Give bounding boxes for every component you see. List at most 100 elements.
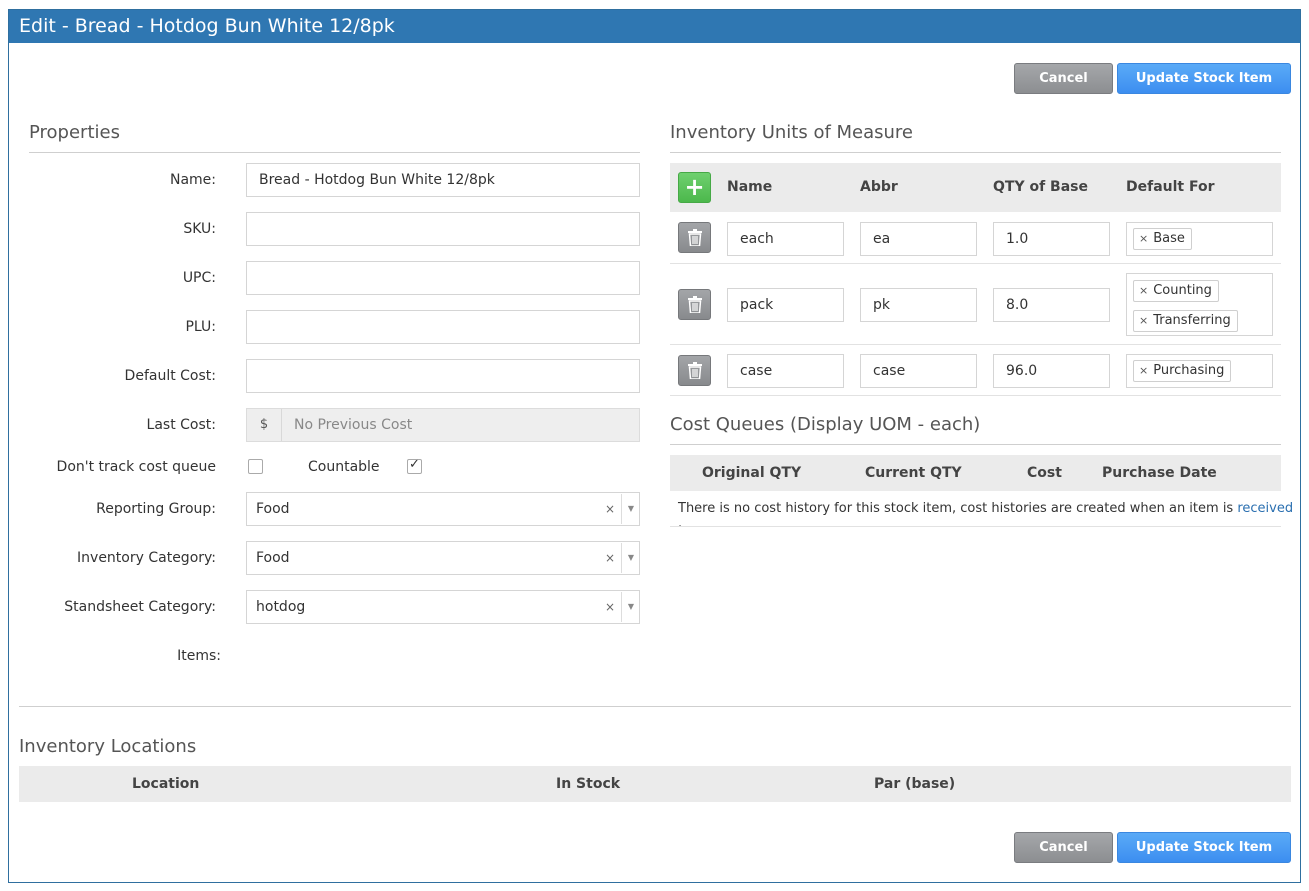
row-divider [670,395,1281,396]
remove-tag-icon[interactable]: × [1139,232,1148,245]
trash-icon [688,296,702,313]
inventory-locations-heading: Inventory Locations [19,736,197,757]
cost-col-cost: Cost [1027,465,1062,481]
uom-qty-input[interactable]: 1.0 [993,222,1110,256]
delete-uom-button[interactable] [678,355,711,386]
row-divider [670,344,1281,345]
locations-col-in-stock: In Stock [556,776,621,792]
plu-input[interactable] [246,310,640,344]
standsheet-category-label: Standsheet Category: [64,599,216,615]
uom-col-qty: QTY of Base [993,179,1088,195]
countable-checkbox[interactable]: ✓ [407,457,422,474]
cancel-button-bottom[interactable]: Cancel [1014,832,1113,863]
last-cost-value: No Previous Cost [294,417,413,433]
cost-col-original-qty: Original QTY [702,465,802,481]
default-for-tag: × Transferring [1133,310,1238,332]
clear-icon[interactable]: × [605,591,615,623]
uom-heading: Inventory Units of Measure [670,122,914,143]
uom-name-input[interactable]: case [727,354,844,388]
uom-divider [670,152,1281,153]
cost-queues-heading: Cost Queues (Display UOM - each) [670,414,981,435]
name-input[interactable]: Bread - Hotdog Bun White 12/8pk [246,163,640,197]
currency-addon: $ [247,409,282,441]
standsheet-category-select[interactable]: hotdog × ▼ [246,590,640,624]
default-for-tag: × Base [1133,228,1192,250]
default-for-tag: × Counting [1133,280,1219,302]
clear-icon[interactable]: × [605,493,615,525]
remove-tag-icon[interactable]: × [1139,364,1148,377]
default-for-select[interactable]: × Base [1126,222,1273,256]
chevron-down-icon[interactable]: ▼ [628,493,634,525]
received-link[interactable]: received [1237,501,1293,516]
delete-uom-button[interactable] [678,222,711,253]
uom-qty-input[interactable]: 96.0 [993,354,1110,388]
default-for-tag: × Purchasing [1133,360,1232,382]
inventory-category-label: Inventory Category: [77,550,216,566]
properties-divider [29,152,640,153]
uom-col-default-for: Default For [1126,179,1215,195]
dialog-title: Edit - Bread - Hotdog Bun White 12/8pk [9,10,1300,43]
standsheet-category-value: hotdog [256,599,306,615]
row-divider [670,263,1281,264]
upc-label: UPC: [182,270,216,286]
uom-name-input[interactable]: each [727,222,844,256]
items-label: Items: [177,648,221,664]
default-for-select[interactable]: × Counting × Transferring [1126,273,1273,336]
locations-top-divider [19,706,1291,707]
uom-abbr-input[interactable]: ea [860,222,977,256]
row-divider [670,526,1281,527]
update-stock-item-button-bottom[interactable]: Update Stock Item [1117,832,1291,863]
checkmark-icon: ✓ [409,457,420,472]
remove-tag-icon[interactable]: × [1139,314,1148,327]
upc-input[interactable] [246,261,640,295]
chevron-down-icon[interactable]: ▼ [628,591,634,623]
add-uom-button[interactable]: + [678,172,711,203]
last-cost-field: $ No Previous Cost [246,408,640,442]
cancel-button-top[interactable]: Cancel [1014,63,1113,94]
dont-track-cost-queue-checkbox[interactable] [248,459,263,474]
empty-message-text: There is no cost history for this stock … [678,501,1234,516]
tag-label: Purchasing [1153,363,1225,378]
uom-abbr-input[interactable]: pk [860,288,977,322]
sku-input[interactable] [246,212,640,246]
tag-label: Counting [1153,283,1212,298]
uom-abbr-input[interactable]: case [860,354,977,388]
cost-col-current-qty: Current QTY [865,465,962,481]
dont-track-cost-queue-label: Don't track cost queue [56,459,216,475]
reporting-group-value: Food [256,501,290,517]
tag-label: Base [1153,231,1185,246]
default-for-select[interactable]: × Purchasing [1126,354,1273,388]
cost-queues-divider [670,444,1281,445]
cost-col-purchase-date: Purchase Date [1102,465,1217,481]
update-stock-item-button-top[interactable]: Update Stock Item [1117,63,1291,94]
tag-label: Transferring [1153,313,1231,328]
chevron-down-icon[interactable]: ▼ [628,542,634,574]
name-label: Name: [169,172,216,188]
locations-col-par: Par (base) [874,776,956,792]
trash-icon [688,229,702,246]
delete-uom-button[interactable] [678,289,711,320]
last-cost-label: Last Cost: [146,417,216,433]
countable-label: Countable [308,459,380,475]
properties-heading: Properties [29,122,120,143]
inventory-category-value: Food [256,550,290,566]
select-divider [621,543,622,573]
default-cost-input[interactable] [246,359,640,393]
select-divider [621,592,622,622]
edit-stock-item-dialog: Edit - Bread - Hotdog Bun White 12/8pk C… [8,9,1301,883]
select-divider [621,494,622,524]
plu-label: PLU: [185,319,216,335]
empty-message-end: . [678,516,683,531]
inventory-category-select[interactable]: Food × ▼ [246,541,640,575]
uom-col-abbr: Abbr [860,179,898,195]
default-cost-label: Default Cost: [124,368,216,384]
reporting-group-select[interactable]: Food × ▼ [246,492,640,526]
locations-col-location: Location [132,776,200,792]
clear-icon[interactable]: × [605,542,615,574]
remove-tag-icon[interactable]: × [1139,284,1148,297]
uom-qty-input[interactable]: 8.0 [993,288,1110,322]
uom-name-input[interactable]: pack [727,288,844,322]
sku-label: SKU: [183,221,216,237]
reporting-group-label: Reporting Group: [96,501,216,517]
trash-icon [688,362,702,379]
